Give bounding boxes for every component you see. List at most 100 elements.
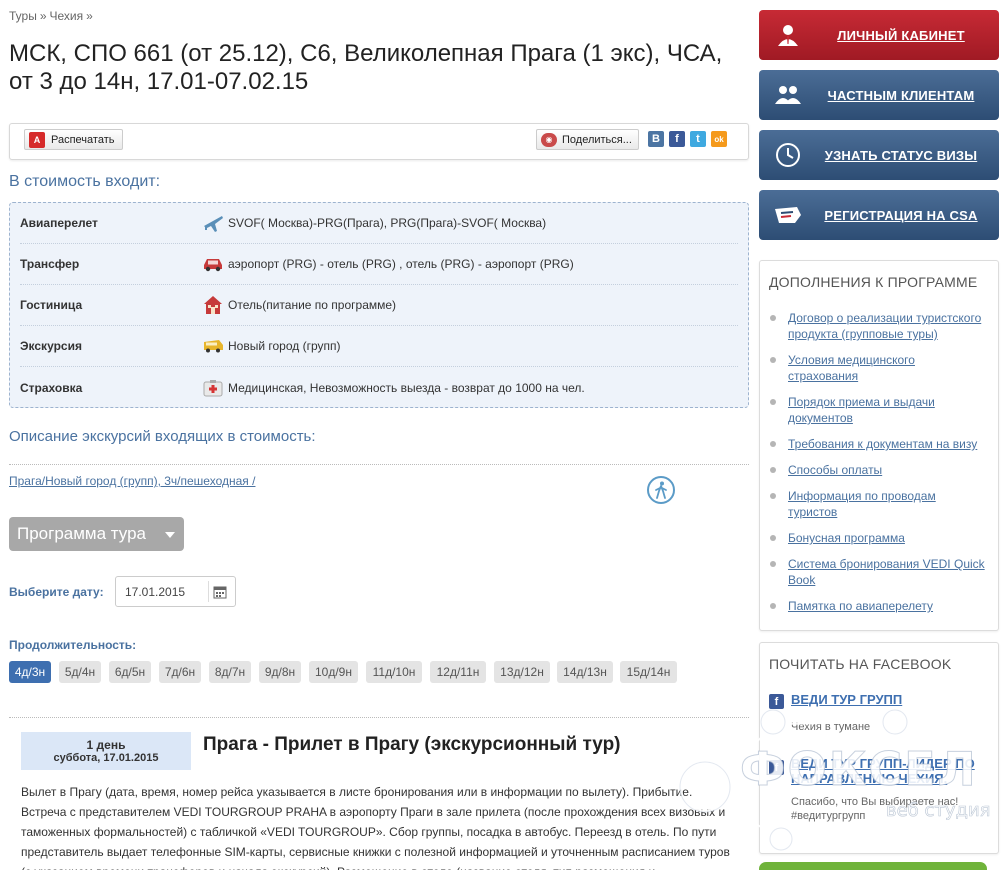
addons-panel: ДОПОЛНЕНИЯ К ПРОГРАММЕ Договор о реализа… (759, 260, 999, 631)
bullet-icon (770, 493, 776, 499)
group-icon (759, 83, 817, 107)
date-label: Выберите дату: (9, 585, 104, 599)
included-value: SVOF( Москва)-PRG(Прага), PRG(Прага)-SVO… (228, 216, 547, 230)
duration-option[interactable]: 12д/11н (430, 661, 486, 683)
facebook-post-title[interactable]: ВЕДИ ТУР ГРУПП (791, 692, 902, 707)
personal-account-button[interactable]: ЛИЧНЫЙ КАБИНЕТ (759, 10, 999, 60)
duration-option[interactable]: 13д/12н (494, 661, 550, 683)
addon-link[interactable]: Условия медицинского страхования (788, 352, 988, 384)
chevron-down-icon (165, 532, 175, 538)
included-row-insurance: Страховка Медицинская, Невозможность вые… (20, 367, 738, 408)
print-button[interactable]: A Распечатать (24, 129, 124, 150)
breadcrumb-item-tours[interactable]: Туры (9, 9, 37, 23)
included-label: Трансфер (20, 257, 80, 271)
included-label: Гостиница (20, 298, 83, 312)
addon-link[interactable]: Договор о реализации туристского продукт… (788, 310, 988, 342)
bullet-icon (770, 467, 776, 473)
facebook-title: ПОЧИТАТЬ НА FACEBOOK (769, 656, 952, 672)
csa-registration-button[interactable]: РЕГИСТРАЦИЯ НА CSA (759, 190, 999, 240)
print-button-label: Распечатать (51, 133, 115, 146)
plane-icon (198, 213, 228, 233)
duration-option[interactable]: 15д/14н (620, 661, 677, 683)
pdf-icon: A (29, 131, 45, 148)
walking-icon[interactable] (647, 476, 675, 504)
csa-logo-icon (759, 203, 817, 227)
facebook-icon: f (769, 760, 784, 775)
bullet-icon (770, 603, 776, 609)
personal-account-label: ЛИЧНЫЙ КАБИНЕТ (837, 27, 965, 43)
duration-option[interactable]: 11д/10н (366, 661, 422, 683)
facebook-post-text: Спасибо, что Вы выбираете нас! #ведитург… (791, 796, 959, 822)
duration-option[interactable]: 9д/8н (259, 661, 301, 683)
duration-option[interactable]: 5д/4н (59, 661, 101, 683)
addon-link[interactable]: Требования к документам на визу (788, 436, 988, 452)
day-description: Вылет в Прагу (дата, время, номер рейса … (21, 785, 730, 870)
duration-option[interactable]: 14д/13н (557, 661, 613, 683)
date-input[interactable]: 17.01.2015 (115, 576, 236, 607)
included-label: Авиаперелет (20, 216, 98, 230)
bullet-icon (770, 357, 776, 363)
bullet-icon (770, 441, 776, 447)
addons-title: ДОПОЛНЕНИЯ К ПРОГРАММЕ (769, 274, 978, 290)
addon-link[interactable]: Порядок приема и выдачи документов (788, 394, 988, 426)
bus-icon (198, 338, 228, 354)
clock-icon (759, 142, 817, 168)
visa-status-button[interactable]: УЗНАТЬ СТАТУС ВИЗЫ (759, 130, 999, 180)
day-title: Прага - Прилет в Прагу (экскурсионный ту… (203, 734, 621, 755)
program-dropdown[interactable]: Программа тура (9, 517, 184, 551)
share-button[interactable]: ◉ Поделиться... (536, 129, 639, 150)
duration-option[interactable]: 4д/3н (9, 661, 51, 683)
private-clients-label: ЧАСТНЫМ КЛИЕНТАМ (827, 87, 975, 103)
facebook-share-icon[interactable]: f (669, 131, 685, 147)
included-value: аэропорт (PRG) - отель (PRG) , отель (PR… (228, 257, 574, 271)
included-row-hotel: Гостиница Отель(питание по программе) (20, 285, 738, 326)
breadcrumb-item-czech[interactable]: Чехия (50, 9, 84, 23)
addon-link[interactable]: Бонусная программа (788, 530, 988, 546)
facebook-post-text: Чехия в тумане (791, 721, 871, 733)
included-row-transfer: Трансфер аэропорт (PRG) - отель (PRG) , … (20, 244, 738, 285)
divider (9, 464, 749, 465)
car-icon (198, 256, 228, 272)
date-value: 17.01.2015 (125, 584, 186, 599)
included-value: Отель(питание по программе) (228, 298, 397, 312)
duration-option[interactable]: 8д/7н (209, 661, 251, 683)
twitter-share-icon[interactable]: t (690, 131, 706, 147)
duration-option[interactable]: 10д/9н (309, 661, 358, 683)
breadcrumb-separator: » (39, 9, 47, 23)
addon-link[interactable]: Система бронирования VEDI Quick Book (788, 556, 988, 588)
hotel-icon (198, 295, 228, 315)
addon-link[interactable]: Способы оплаты (788, 462, 988, 478)
odnoklassniki-share-icon[interactable]: ok (711, 131, 727, 147)
medkit-icon (198, 379, 228, 397)
green-banner[interactable] (759, 862, 987, 870)
bullet-icon (770, 561, 776, 567)
user-icon (759, 22, 817, 48)
csa-registration-label: РЕГИСТРАЦИЯ НА CSA (824, 207, 978, 223)
duration-label: Продолжительность: (9, 638, 137, 652)
breadcrumb-separator: » (86, 9, 93, 23)
day-number: 1 день (86, 738, 126, 752)
excursion-link[interactable]: Прага/Новый город (групп), 3ч/пешеходная… (9, 474, 255, 488)
vk-share-icon[interactable]: В (648, 131, 664, 147)
breadcrumb: Туры» Чехия» (9, 9, 96, 23)
facebook-post-title[interactable]: ВЕДИ ТУР ГРУПП-ЛИДЕР ПО НАПРАВЛЕНИЮ ЧЕХИ… (791, 756, 991, 786)
addon-link[interactable]: Информация по проводам туристов (788, 488, 988, 520)
share-toolbar: A Распечатать ◉ Поделиться... В f t ok (9, 123, 749, 160)
bullet-icon (770, 399, 776, 405)
calendar-icon[interactable] (208, 581, 231, 602)
excursions-title: Описание экскурсий входящих в стоимость: (9, 428, 316, 445)
duration-option[interactable]: 7д/6н (159, 661, 201, 683)
duration-option[interactable]: 6д/5н (109, 661, 151, 683)
facebook-icon: f (769, 694, 784, 709)
addon-link[interactable]: Памятка по авиаперелету (788, 598, 988, 614)
page-title: МСК, СПО 661 (от 25.12), C6, Великолепна… (9, 40, 723, 95)
program-dropdown-label: Программа тура (17, 524, 146, 543)
bullet-icon (770, 535, 776, 541)
included-value: Медицинская, Невозможность выезда - возв… (228, 380, 585, 395)
included-list: Авиаперелет SVOF( Москва)-PRG(Прага), PR… (9, 202, 749, 408)
share-icon: ◉ (541, 132, 557, 147)
facebook-panel: ПОЧИТАТЬ НА FACEBOOK f ВЕДИ ТУР ГРУПП Че… (759, 642, 999, 854)
private-clients-button[interactable]: ЧАСТНЫМ КЛИЕНТАМ (759, 70, 999, 120)
included-value: Новый город (групп) (228, 339, 341, 353)
day-badge: 1 день суббота, 17.01.2015 (21, 732, 191, 770)
